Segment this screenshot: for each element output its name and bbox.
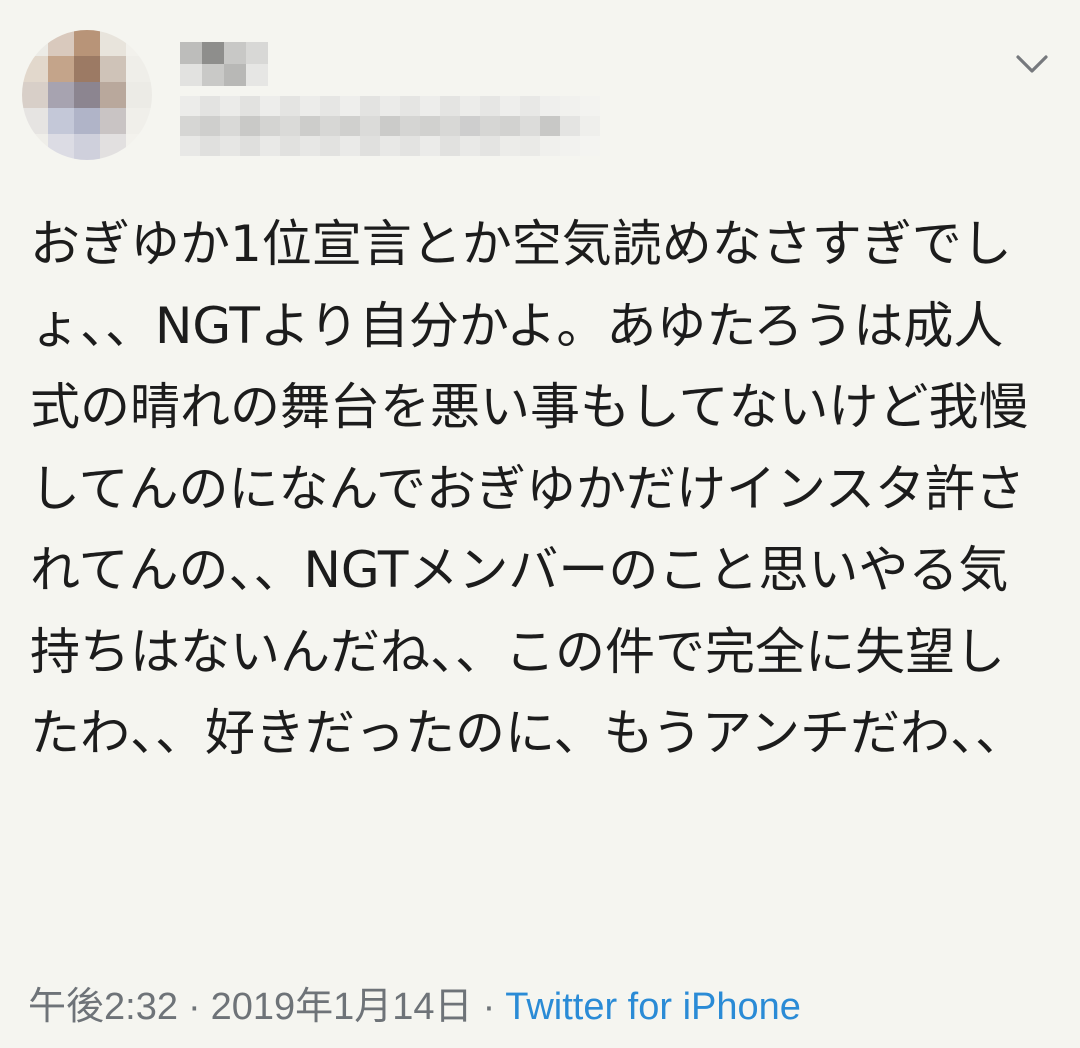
tweet-text: おぎゆか1位宣言とか空気読めなさすぎでしょ、、NGTより自分かよ。あゆたろうは成… — [30, 215, 1029, 762]
meta-separator: · — [187, 986, 201, 1028]
tweet-card: おぎゆか1位宣言とか空気読めなさすぎでしょ、、NGTより自分かよ。あゆたろうは成… — [0, 0, 1080, 1048]
tweet-meta: 午後2:32 · 2019年1月14日 · Twitter for iPhone — [28, 984, 801, 1030]
avatar[interactable] — [22, 30, 152, 160]
tweet-date[interactable]: 2019年1月14日 — [211, 986, 473, 1028]
username-censored — [180, 96, 600, 156]
chevron-down-icon[interactable] — [1014, 46, 1050, 82]
meta-separator: · — [482, 986, 496, 1028]
tweet-time[interactable]: 午後2:32 — [28, 986, 178, 1028]
tweet-source-link[interactable]: Twitter for iPhone — [505, 986, 801, 1028]
display-name-censored — [180, 42, 268, 86]
